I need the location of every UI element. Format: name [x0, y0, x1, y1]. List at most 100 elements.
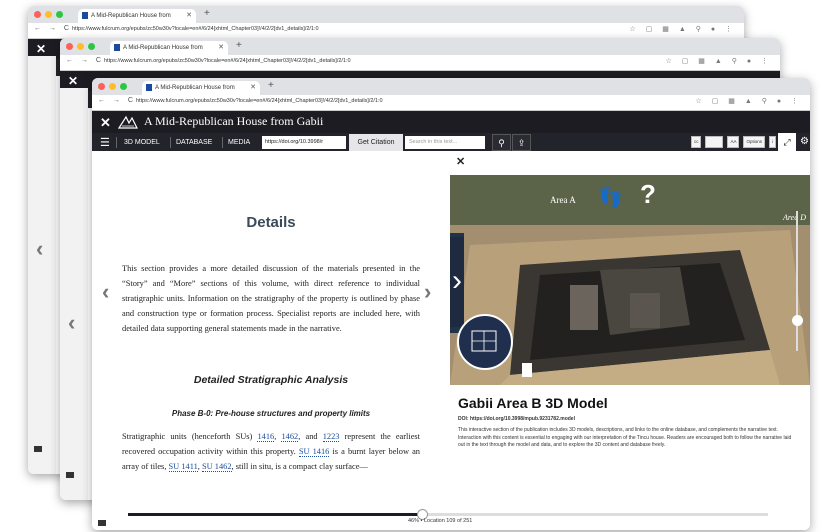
url-field[interactable]: https://www.fulcrum.org/epubs/zc50w30v?l…	[136, 98, 383, 104]
browser-tab[interactable]: A Mid-Republican House from ✕	[110, 41, 228, 55]
new-tab-button[interactable]: +	[268, 80, 274, 91]
browser-tab[interactable]: A Mid-Republican House from ✕	[78, 9, 196, 23]
close-window-button[interactable]	[66, 43, 73, 50]
zoom-slider-handle[interactable]	[792, 315, 803, 326]
minimize-window-button[interactable]	[77, 43, 84, 50]
tab-bar: A Mid-Republican House from ✕ +	[60, 38, 780, 55]
app-header: ✕ A Mid-Republican House from Gabii	[92, 111, 810, 133]
tab-close-icon[interactable]: ✕	[186, 9, 192, 23]
intro-paragraph: This section provides a more detailed di…	[122, 264, 420, 333]
expand-button[interactable]: ⤢	[778, 133, 796, 152]
logo-icon	[118, 115, 138, 129]
comment-icon[interactable]	[34, 446, 42, 452]
su-link[interactable]: 1223	[322, 432, 340, 442]
su-link[interactable]: SU 1416	[298, 447, 330, 457]
zoom-slider-track[interactable]	[796, 211, 798, 351]
extension-icons[interactable]: ☆ ▢ ▦ ▲ ⚲ ● ⋮	[666, 57, 772, 65]
close-model-icon[interactable]: ✕	[456, 155, 465, 168]
menu-database[interactable]: DATABASE	[176, 133, 212, 152]
phase-title: Phase B-0: Pre-house structures and prop…	[171, 409, 371, 418]
favicon-icon	[146, 84, 152, 91]
subsection-title: Detailed Stratigraphic Analysis	[193, 374, 349, 386]
extension-icons[interactable]: ☆ ▢ ▦ ▲ ⚲ ● ⋮	[696, 97, 802, 105]
next-page-icon[interactable]: ›	[424, 279, 431, 305]
menu-icon[interactable]: ☰	[100, 136, 110, 149]
search-button[interactable]: ⚲	[492, 134, 511, 151]
reader-body: ‹ › Details This section provides a more…	[92, 151, 810, 530]
tab-bar: A Mid-Republican House from ✕ +	[28, 6, 744, 23]
model-doi[interactable]: DOI: https://doi.org/10.3998/mpub.923178…	[458, 416, 575, 422]
comment-icon[interactable]	[66, 472, 74, 478]
side-strip: ‹	[60, 88, 88, 500]
nav-buttons[interactable]: ← → C	[34, 25, 72, 32]
new-tab-button[interactable]: +	[236, 40, 242, 51]
su-link[interactable]: 1462	[281, 432, 299, 442]
zoom-window-button[interactable]	[120, 83, 127, 90]
gear-icon[interactable]: ⚙	[800, 136, 809, 147]
comment-icon[interactable]	[98, 520, 106, 526]
area-d-label: Area D	[782, 213, 806, 222]
address-bar: ← → C https://www.fulcrum.org/epubs/zc50…	[28, 23, 744, 39]
model-title: Gabii Area B 3D Model	[458, 395, 608, 411]
tab-title: A Mid-Republican House from	[123, 45, 203, 51]
reader-tools: cc AA Options i	[690, 136, 776, 148]
minimap-icon[interactable]	[456, 313, 514, 371]
options-button[interactable]: Options	[743, 136, 765, 148]
url-field[interactable]: https://www.fulcrum.org/epubs/zc50w30v?l…	[104, 58, 351, 64]
zoom-window-button[interactable]	[88, 43, 95, 50]
app-toolbar: ☰ 3D MODEL DATABASE MEDIA https://doi.or…	[92, 133, 810, 152]
text-run: Stratigraphic units (henceforth SUs)	[122, 432, 258, 441]
browser-window-front: A Mid-Republican House from ✕ + ← → C ht…	[92, 78, 810, 530]
model-description: This interactive section of the publicat…	[458, 427, 792, 448]
close-icon[interactable]: ✕	[36, 42, 46, 56]
minimize-window-button[interactable]	[45, 11, 52, 18]
tab-close-icon[interactable]: ✕	[218, 41, 224, 55]
footprints-icon: 👣	[598, 187, 623, 209]
nav-buttons[interactable]: ← → C	[98, 97, 136, 104]
info-button[interactable]: i	[769, 136, 776, 148]
prev-page-icon[interactable]: ‹	[102, 279, 109, 305]
menu-3d-model[interactable]: 3D MODEL	[124, 133, 160, 152]
close-window-button[interactable]	[34, 11, 41, 18]
toggle-switch[interactable]	[705, 136, 724, 148]
share-button[interactable]: ⇪	[512, 134, 531, 151]
cc-toggle[interactable]: cc	[690, 136, 702, 148]
address-bar: ← → C https://www.fulcrum.org/epubs/zc50…	[60, 55, 780, 71]
progress-track[interactable]	[128, 513, 768, 516]
new-tab-button[interactable]: +	[204, 8, 210, 19]
get-citation-button[interactable]: Get Citation	[349, 134, 403, 151]
divider	[116, 137, 117, 148]
chevron-left-icon[interactable]: ‹	[36, 236, 43, 262]
font-size-button[interactable]: AA	[727, 136, 740, 148]
search-input[interactable]: Search in this text...	[405, 136, 485, 149]
su-link[interactable]: SU 1462	[201, 462, 232, 472]
minimize-window-button[interactable]	[109, 83, 116, 90]
window-controls	[66, 43, 95, 50]
chevron-left-icon[interactable]: ‹	[68, 310, 75, 336]
model-viewer[interactable]: Area A 👣 ? Area D ›	[450, 175, 810, 385]
nav-buttons[interactable]: ← → C	[66, 57, 104, 64]
su-link[interactable]: 1416	[257, 432, 275, 442]
text-run: , and	[298, 432, 323, 441]
doi-field[interactable]: https://doi.org/10.3998/r	[262, 136, 346, 149]
search-icon: ⚲	[498, 138, 505, 148]
expand-icon: ⤢	[783, 137, 791, 147]
text-run: , still in situ, is a compact clay surfa…	[231, 462, 368, 471]
url-field[interactable]: https://www.fulcrum.org/epubs/zc50w30v?l…	[72, 26, 319, 32]
tab-close-icon[interactable]: ✕	[250, 81, 256, 95]
zoom-window-button[interactable]	[56, 11, 63, 18]
door-icon[interactable]	[522, 363, 532, 377]
area-a-label: Area A	[550, 195, 576, 205]
browser-tab[interactable]: A Mid-Republican House from ✕	[142, 81, 260, 95]
extension-icons[interactable]: ☆ ▢ ▦ ▲ ⚲ ● ⋮	[630, 25, 736, 33]
menu-media[interactable]: MEDIA	[228, 133, 250, 152]
su-link[interactable]: SU 1411	[168, 462, 198, 472]
help-question[interactable]: ?	[640, 179, 656, 210]
text-pane: ‹ › Details This section provides a more…	[92, 151, 450, 530]
close-icon[interactable]: ✕	[68, 74, 78, 88]
close-window-button[interactable]	[98, 83, 105, 90]
window-controls	[98, 83, 127, 90]
favicon-icon	[114, 44, 120, 51]
close-icon[interactable]: ✕	[100, 115, 111, 131]
section-heading: Details	[246, 214, 296, 231]
